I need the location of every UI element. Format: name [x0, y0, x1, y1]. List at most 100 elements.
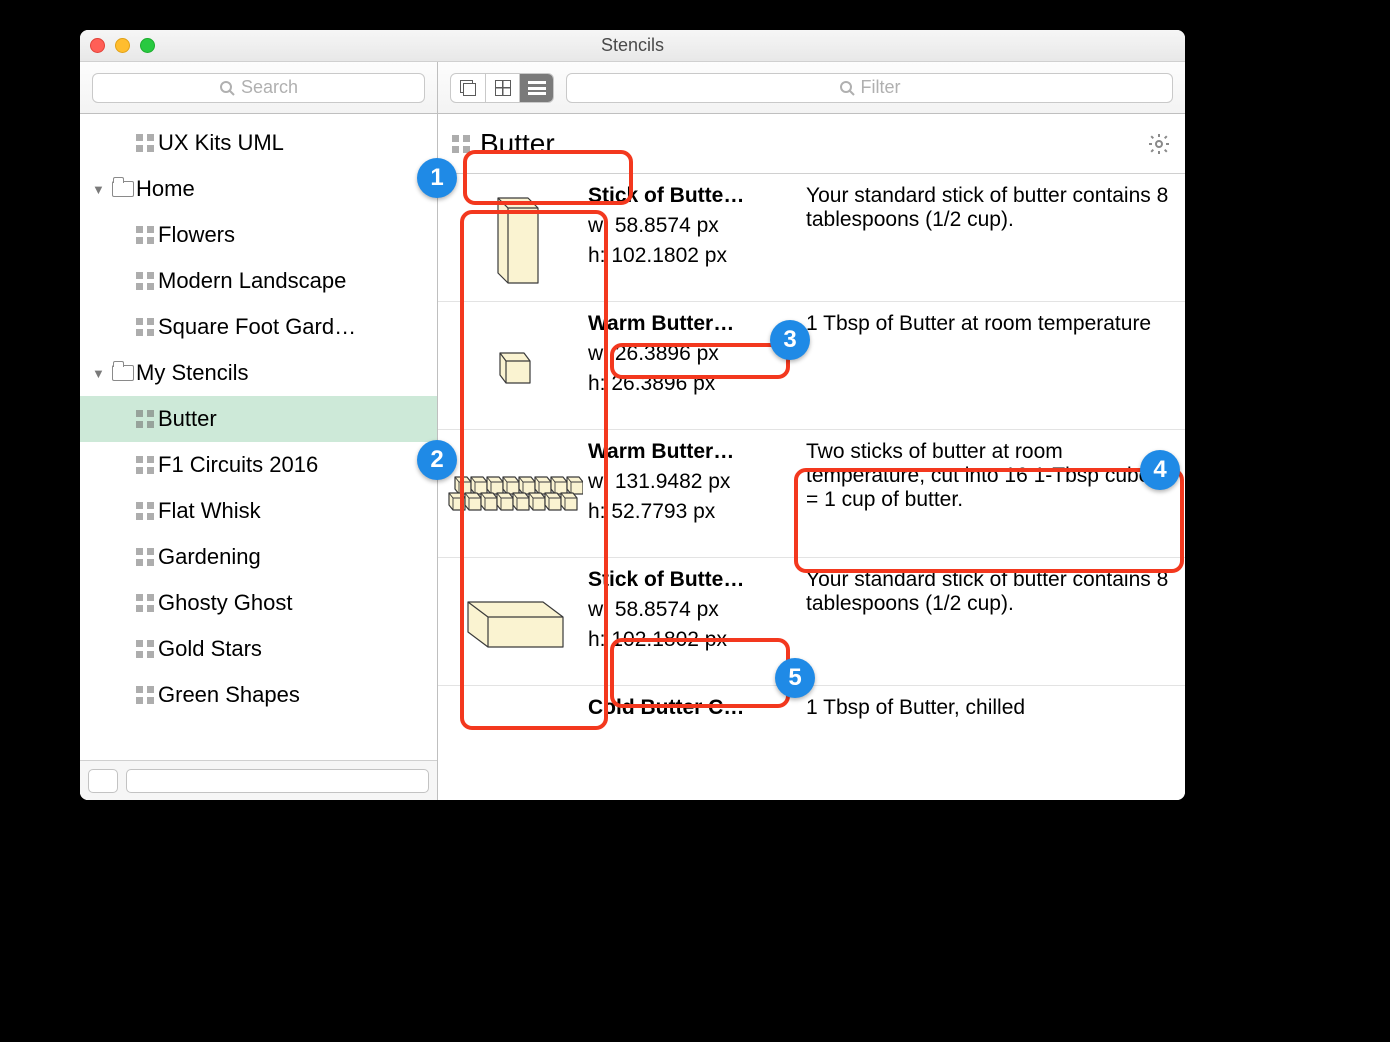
- window-title: Stencils: [80, 35, 1185, 56]
- stencil-header: Butter: [438, 114, 1185, 174]
- sidebar-item-label: Gold Stars: [158, 636, 262, 662]
- item-thumbnail: [438, 686, 588, 800]
- item-thumbnail: [438, 302, 588, 429]
- sidebar-item-gardening[interactable]: Gardening: [80, 534, 437, 580]
- stencil-item[interactable]: Cold Butter C…1 Tbsp of Butter, chilled: [438, 686, 1185, 800]
- callout-1: 1: [417, 158, 457, 198]
- item-meta: Warm Butter… w: 131.9482 px h: 52.7793 px: [588, 430, 798, 557]
- main-panel: Butter Stick of Butte… w: 58.8574 px h: 10…: [438, 114, 1185, 800]
- sidebar-item-gold-stars[interactable]: Gold Stars: [80, 626, 437, 672]
- item-name: Stick of Butte…: [588, 568, 792, 592]
- stencil-item[interactable]: Warm Butter… w: 26.3896 px h: 26.3896 px1 …: [438, 302, 1185, 430]
- sidebar-item-label: Modern Landscape: [158, 268, 346, 294]
- item-meta: Cold Butter C…: [588, 686, 798, 800]
- callout-4: 4: [1140, 450, 1180, 490]
- sidebar-item-label: UX Kits UML: [158, 130, 284, 156]
- list-icon: [528, 81, 546, 95]
- titlebar: Stencils: [80, 30, 1185, 62]
- callout-2: 2: [417, 440, 457, 480]
- view-mode-grid-button[interactable]: [485, 74, 519, 102]
- sidebar-item-square-foot-gard-[interactable]: Square Foot Gard…: [80, 304, 437, 350]
- folder-icon: [110, 365, 136, 381]
- disclosure-triangle-icon[interactable]: ▼: [92, 182, 110, 197]
- filter-placeholder: Filter: [861, 77, 901, 98]
- filter-input[interactable]: Filter: [566, 73, 1173, 103]
- sidebar-item-my-stencils[interactable]: ▼ My Stencils: [80, 350, 437, 396]
- stencil-title: Butter: [480, 128, 555, 160]
- stencil-grid-icon: [132, 134, 158, 152]
- item-name: Stick of Butte…: [588, 184, 792, 208]
- view-mode-list-button[interactable]: [519, 74, 553, 102]
- item-description: 1 Tbsp of Butter at room temperature: [798, 302, 1185, 429]
- item-description: 1 Tbsp of Butter, chilled: [798, 686, 1185, 800]
- item-meta: Stick of Butte… w: 58.8574 px h: 102.1802 …: [588, 174, 798, 301]
- item-name: Warm Butter…: [588, 312, 792, 336]
- disclosure-triangle-icon[interactable]: ▼: [92, 366, 110, 381]
- callout-3: 3: [770, 320, 810, 360]
- sidebar: UX Kits UML ▼Home Flowers Modern Landscape S…: [80, 114, 438, 800]
- footer-button[interactable]: [88, 769, 118, 793]
- sidebar-item-flowers[interactable]: Flowers: [80, 212, 437, 258]
- item-thumbnail: [438, 430, 588, 557]
- search-input[interactable]: Search: [92, 73, 425, 103]
- item-width: w: 131.9482 px: [588, 470, 792, 494]
- item-thumbnail: [438, 174, 588, 301]
- item-width: w: 58.8574 px: [588, 598, 792, 622]
- toolbar: Search Filter: [80, 62, 1185, 114]
- stencil-grid-icon: [132, 686, 158, 704]
- view-mode-copy-button[interactable]: [451, 74, 485, 102]
- folder-icon: [110, 181, 136, 197]
- item-meta: Warm Butter… w: 26.3896 px h: 26.3896 px: [588, 302, 798, 429]
- gear-icon[interactable]: [1147, 132, 1171, 156]
- stencil-items: Stick of Butte… w: 58.8574 px h: 102.1802 …: [438, 174, 1185, 800]
- sidebar-item-butter[interactable]: Butter: [80, 396, 437, 442]
- sidebar-item-modern-landscape[interactable]: Modern Landscape: [80, 258, 437, 304]
- item-name: Warm Butter…: [588, 440, 792, 464]
- sidebar-item-green-shapes[interactable]: Green Shapes: [80, 672, 437, 718]
- sidebar-tree: UX Kits UML ▼Home Flowers Modern Landscape S…: [80, 114, 437, 760]
- stencil-grid-icon: [132, 502, 158, 520]
- search-placeholder: Search: [241, 77, 298, 98]
- stencil-grid-icon: [132, 226, 158, 244]
- sidebar-item-label: Square Foot Gard…: [158, 314, 356, 340]
- stencil-item[interactable]: Warm Butter… w: 131.9482 px h: 52.7793 pxT…: [438, 430, 1185, 558]
- item-description: Your standard stick of butter contains 8…: [798, 174, 1185, 301]
- grid-icon: [495, 80, 511, 96]
- stencil-grid-icon: [132, 548, 158, 566]
- search-icon: [219, 80, 235, 96]
- sidebar-item-label: My Stencils: [136, 360, 248, 386]
- toolbar-left: Search: [80, 62, 438, 113]
- stencil-grid-icon: [132, 456, 158, 474]
- stencil-grid-icon: [132, 272, 158, 290]
- item-width: w: 58.8574 px: [588, 214, 792, 238]
- sidebar-item-f1-circuits-2016[interactable]: F1 Circuits 2016: [80, 442, 437, 488]
- sidebar-item-ghosty-ghost[interactable]: Ghosty Ghost: [80, 580, 437, 626]
- item-height: h: 52.7793 px: [588, 500, 792, 524]
- item-height: h: 26.3896 px: [588, 372, 792, 396]
- stencils-window: Stencils Search Filter: [80, 30, 1185, 800]
- sidebar-item-label: F1 Circuits 2016: [158, 452, 318, 478]
- item-width: w: 26.3896 px: [588, 342, 792, 366]
- item-height: h: 102.1802 px: [588, 244, 792, 268]
- sidebar-item-label: Green Shapes: [158, 682, 300, 708]
- footer-field[interactable]: [126, 769, 429, 793]
- stencil-grid-icon: [132, 410, 158, 428]
- sidebar-item-label: Flowers: [158, 222, 235, 248]
- item-name: Cold Butter C…: [588, 696, 792, 720]
- stencil-item[interactable]: Stick of Butte… w: 58.8574 px h: 102.1802 …: [438, 174, 1185, 302]
- sidebar-item-label: Ghosty Ghost: [158, 590, 293, 616]
- content: UX Kits UML ▼Home Flowers Modern Landscape S…: [80, 114, 1185, 800]
- item-thumbnail: [438, 558, 588, 685]
- sidebar-item-home[interactable]: ▼Home: [80, 166, 437, 212]
- sidebar-item-ux-kits-uml[interactable]: UX Kits UML: [80, 120, 437, 166]
- stencil-grid-icon: [132, 318, 158, 336]
- item-description: Two sticks of butter at room temperature…: [798, 430, 1185, 557]
- sidebar-item-flat-whisk[interactable]: Flat Whisk: [80, 488, 437, 534]
- sidebar-item-label: Flat Whisk: [158, 498, 261, 524]
- view-mode-segmented: [450, 73, 554, 103]
- stencil-icon: [452, 128, 470, 160]
- copy-icon: [460, 80, 476, 96]
- stencil-grid-icon: [132, 594, 158, 612]
- search-icon: [839, 80, 855, 96]
- sidebar-item-label: Gardening: [158, 544, 261, 570]
